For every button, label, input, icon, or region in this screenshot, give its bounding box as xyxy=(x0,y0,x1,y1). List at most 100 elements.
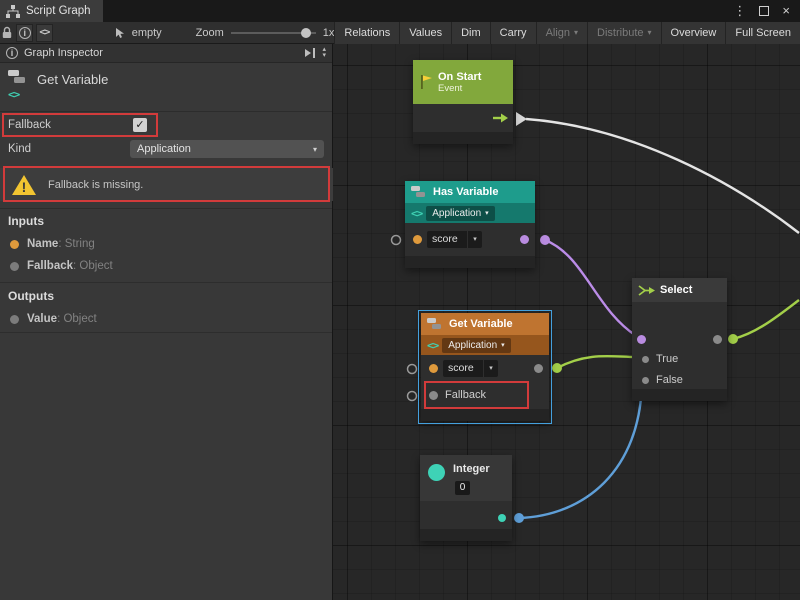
overview-button[interactable]: Overview xyxy=(661,22,726,44)
port-condition-input[interactable] xyxy=(637,335,646,344)
port-getvariable-fallback-unconnected[interactable] xyxy=(408,392,417,401)
node-title: Select xyxy=(660,284,692,296)
port-name-input[interactable] xyxy=(429,364,438,373)
true-label: True xyxy=(656,353,678,365)
port-integer-output[interactable] xyxy=(514,513,524,523)
false-label: False xyxy=(656,374,683,386)
align-button[interactable]: Align▾ xyxy=(536,22,587,44)
port-true-input[interactable] xyxy=(642,356,649,363)
exec-arrow-connector[interactable] xyxy=(516,112,527,126)
maximize-icon[interactable] xyxy=(759,6,769,16)
titlebar: Script Graph ⋮ × xyxy=(0,0,800,22)
kind-row: Kind Application ▾ xyxy=(0,138,332,160)
node-integer[interactable]: Integer 0 xyxy=(420,455,512,541)
port-isdefined-output[interactable] xyxy=(520,235,529,244)
tab-script-graph[interactable]: Script Graph xyxy=(0,0,103,22)
integer-value-field[interactable]: 0 xyxy=(455,481,470,495)
variables-icon xyxy=(427,318,444,330)
select-icon xyxy=(638,284,655,297)
script-graph-window: Script Graph ⋮ × i <> empty Zoom xyxy=(0,0,800,600)
input-row-fallback: Fallback: Object xyxy=(0,255,332,277)
dock-panel-icon[interactable] xyxy=(305,47,316,59)
svg-text:!: ! xyxy=(22,179,27,195)
zoom-slider-handle[interactable] xyxy=(301,28,311,38)
node-footer xyxy=(632,389,727,401)
object-port-icon xyxy=(10,315,19,324)
inspected-node-header: <> Get Variable xyxy=(0,63,332,112)
wire-select-output[interactable] xyxy=(733,300,799,339)
kind-label: Kind xyxy=(8,138,31,161)
string-port-icon xyxy=(10,240,19,249)
wire-hasvariable-to-select[interactable] xyxy=(545,240,638,337)
node-on-start[interactable]: On Start Event xyxy=(413,60,513,144)
port-hasvariable-output[interactable] xyxy=(540,235,550,245)
graph-canvas[interactable]: On Start Event Has Variable <> A xyxy=(333,44,800,600)
chevron-down-icon: ▾ xyxy=(574,28,578,37)
node-get-variable[interactable]: Get Variable <> Application ▾ score ▾ F xyxy=(421,313,549,421)
fallback-checkbox[interactable]: ✓ xyxy=(133,118,147,132)
carry-button[interactable]: Carry xyxy=(490,22,536,44)
port-value-output[interactable] xyxy=(534,364,543,373)
chevron-down-icon: ▾ xyxy=(501,341,505,349)
node-has-variable[interactable]: Has Variable <> Application ▾ score ▾ xyxy=(405,181,535,268)
divider xyxy=(0,208,332,209)
kind-dropdown[interactable]: Application ▾ xyxy=(442,338,510,353)
distribute-button[interactable]: Distribute▾ xyxy=(587,22,660,44)
graph-toolbar: i <> empty Zoom 1x Relations Values Dim … xyxy=(0,22,800,44)
exec-output-arrow-icon[interactable] xyxy=(493,112,508,124)
port-getvariable-output[interactable] xyxy=(552,363,562,373)
flag-icon xyxy=(419,74,433,90)
outputs-header: Outputs xyxy=(8,289,54,303)
port-name-input[interactable] xyxy=(413,235,422,244)
output-row-value: Value: Object xyxy=(0,308,332,330)
port-fallback-input[interactable] xyxy=(429,391,438,400)
wire-onstart-flow[interactable] xyxy=(526,119,799,233)
values-button[interactable]: Values xyxy=(399,22,451,44)
node-footer xyxy=(413,132,513,144)
variable-kind-icon: <> xyxy=(427,339,438,352)
fallback-toggle-row: Fallback ✓ xyxy=(0,114,332,137)
chevron-down-icon: ▾ xyxy=(468,231,482,248)
node-title: Get Variable xyxy=(449,318,513,330)
kind-dropdown[interactable]: Application ▾ xyxy=(426,206,494,221)
full-screen-button[interactable]: Full Screen xyxy=(725,22,800,44)
input-row-name: Name: String xyxy=(0,233,332,255)
window-menu-icon[interactable]: ⋮ xyxy=(733,0,746,22)
kind-dropdown[interactable]: Application ▾ xyxy=(130,140,324,158)
chevron-down-icon: ▾ xyxy=(484,360,498,377)
port-selection-output[interactable] xyxy=(713,335,722,344)
fallback-label: Fallback xyxy=(8,114,51,137)
panel-scroll-arrows[interactable]: ▴ ▾ xyxy=(322,47,326,59)
node-select[interactable]: Select True False xyxy=(632,278,727,401)
inspector-toggle-button[interactable]: i xyxy=(16,24,33,42)
info-icon: i xyxy=(19,27,31,39)
variable-name-dropdown[interactable]: score ▾ xyxy=(443,360,498,377)
port-hasvariable-name-unconnected[interactable] xyxy=(392,236,401,245)
warning-icon: ! xyxy=(11,174,37,196)
info-icon: i xyxy=(6,47,18,59)
inspected-node-title: Get Variable xyxy=(37,72,108,104)
variable-kind-icon: <> xyxy=(411,207,422,220)
warning-text: Fallback is missing. xyxy=(48,179,143,191)
relations-button[interactable]: Relations xyxy=(334,22,399,44)
port-getvariable-name-unconnected[interactable] xyxy=(408,365,417,374)
code-view-button[interactable]: <> xyxy=(36,24,53,42)
dim-button[interactable]: Dim xyxy=(451,22,490,44)
scroll-down-icon[interactable]: ▾ xyxy=(322,53,326,59)
port-value-output[interactable] xyxy=(498,514,506,522)
port-select-output[interactable] xyxy=(728,334,738,344)
port-false-input[interactable] xyxy=(642,377,649,384)
integer-icon xyxy=(428,464,445,481)
zoom-slider[interactable] xyxy=(231,32,316,34)
close-icon[interactable]: × xyxy=(782,0,790,22)
node-title: On Start xyxy=(438,71,481,83)
warning-box: ! Fallback is missing. xyxy=(0,168,333,201)
variable-name-dropdown[interactable]: score ▾ xyxy=(427,231,482,248)
graph-inspector-title: Graph Inspector xyxy=(24,47,103,59)
chevron-down-icon: ▾ xyxy=(485,209,489,217)
node-title: Has Variable xyxy=(433,186,498,198)
lock-icon[interactable] xyxy=(0,23,13,43)
graph-inspector-panel: i Graph Inspector ▴ ▾ <> Get Variable Fa… xyxy=(0,44,333,600)
wire-getvariable-to-select-true[interactable] xyxy=(557,356,642,368)
node-subtitle: Event xyxy=(438,83,481,94)
